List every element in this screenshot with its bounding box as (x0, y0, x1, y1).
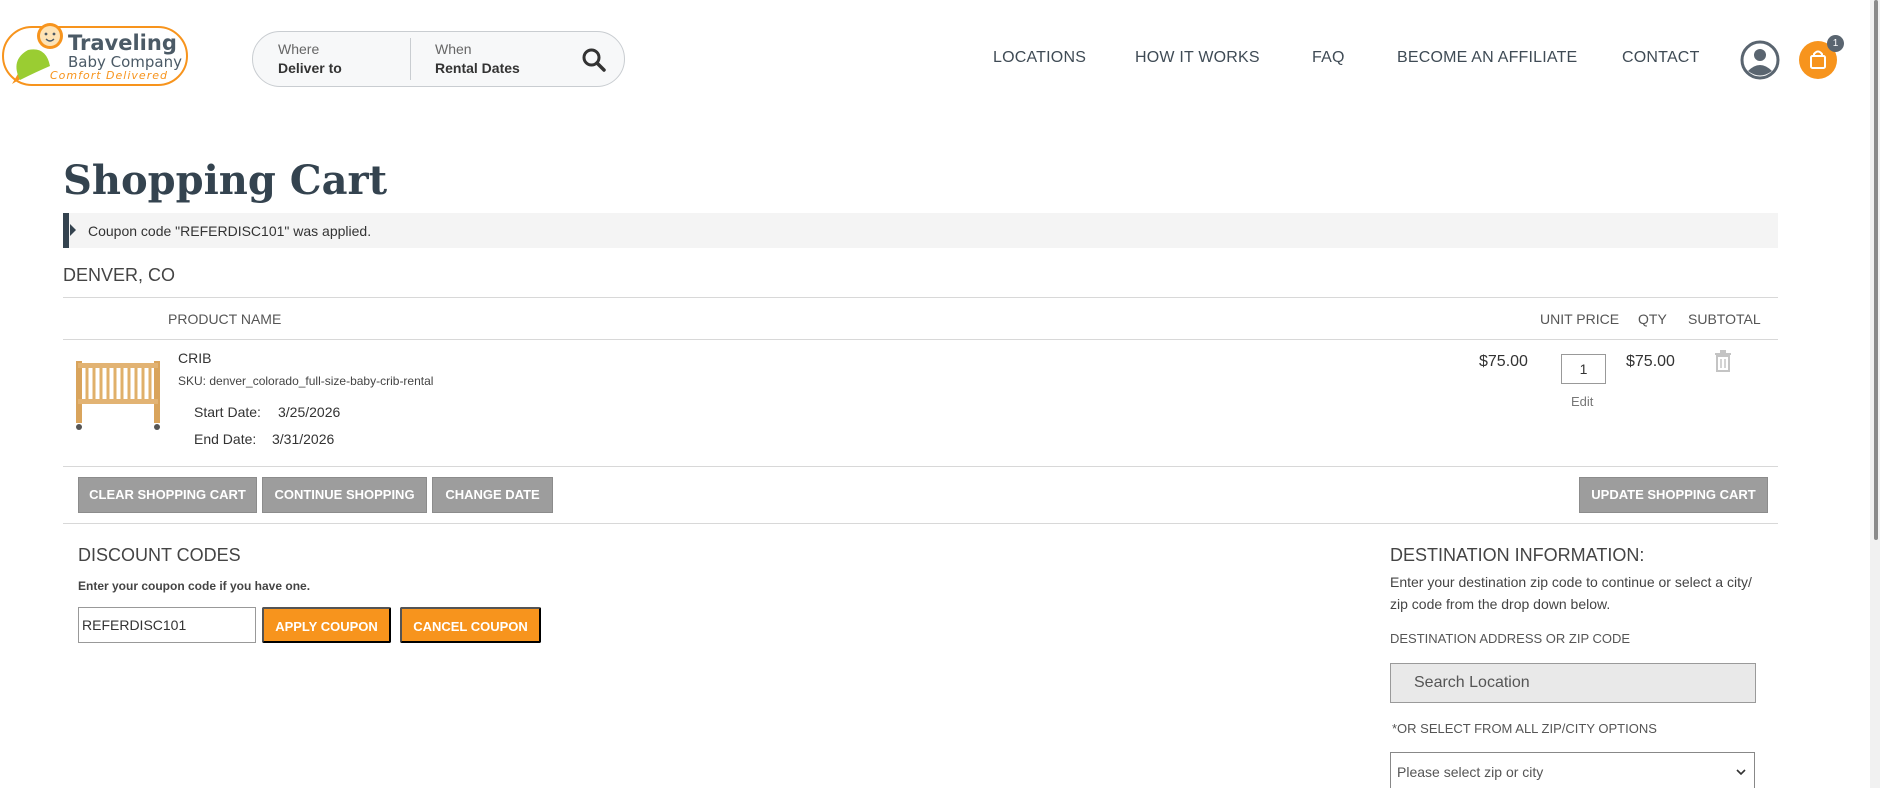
user-circle-icon[interactable] (1740, 40, 1780, 80)
destination-heading: DESTINATION INFORMATION: (1390, 545, 1645, 565)
where-field[interactable]: Where Deliver to (278, 40, 342, 78)
change-date-button[interactable]: CHANGE DATE (432, 477, 553, 513)
nav-contact[interactable]: CONTACT (1622, 48, 1700, 68)
quantity-input[interactable]: 1 (1561, 354, 1606, 384)
site-header: Traveling Baby Company Comfort Delivered… (0, 0, 1880, 110)
continue-shopping-button[interactable]: CONTINUE SHOPPING (262, 477, 427, 513)
coupon-code-input[interactable]: REFERDISC101 (78, 607, 256, 643)
site-logo[interactable]: Traveling Baby Company Comfort Delivered (2, 20, 188, 86)
divider (63, 297, 1778, 298)
cancel-coupon-button[interactable]: CANCEL COUPON (400, 607, 541, 643)
chevron-down-icon (1736, 769, 1746, 776)
column-unit-price: UNIT PRICE (1540, 311, 1620, 327)
destination-address-label: DESTINATION ADDRESS OR ZIP CODE (1390, 631, 1631, 646)
when-label: When (435, 41, 472, 57)
edit-item-link[interactable]: Edit (1571, 394, 1593, 410)
where-label: Where (278, 41, 320, 57)
logo-text-traveling: Traveling (68, 31, 177, 55)
search-location-input[interactable]: Search Location (1390, 663, 1756, 703)
zip-city-select-value: Please select zip or city (1397, 764, 1544, 780)
product-sku: SKU: denver_colorado_full-size-baby-crib… (178, 374, 434, 388)
start-date-value: 3/25/2026 (278, 404, 341, 420)
search-divider (410, 38, 411, 80)
update-shopping-cart-button[interactable]: UPDATE SHOPPING CART (1579, 477, 1768, 513)
start-date-row: Start Date: 3/25/2026 (194, 403, 340, 421)
nav-locations[interactable]: LOCATIONS (993, 48, 1086, 68)
end-date-label: End Date: (194, 431, 257, 447)
search-icon[interactable] (581, 47, 607, 73)
coupon-applied-notice: Coupon code "REFERDISC101" was applied. (63, 213, 1778, 248)
divider (63, 339, 1778, 340)
cart-location-heading: DENVER, CO (63, 265, 176, 285)
logo-text-baby-company: Baby Company (68, 53, 183, 71)
column-product-name: PRODUCT NAME (168, 311, 282, 327)
column-subtotal: SUBTOTAL (1688, 311, 1761, 327)
scrollbar-thumb[interactable] (1874, 0, 1878, 540)
nav-become-an-affiliate[interactable]: BECOME AN AFFILIATE (1397, 48, 1577, 68)
end-date-value: 3/31/2026 (272, 431, 335, 447)
crib-image[interactable] (72, 355, 164, 435)
logo-tagline: Comfort Delivered (50, 69, 168, 82)
page-title: Shopping Cart (63, 157, 388, 204)
clear-shopping-cart-button[interactable]: CLEAR SHOPPING CART (78, 477, 257, 513)
trash-icon[interactable] (1713, 350, 1733, 372)
start-date-label: Start Date: (194, 404, 261, 420)
when-value: Rental Dates (435, 60, 520, 76)
notice-caret-icon (70, 224, 76, 236)
nav-how-it-works[interactable]: HOW IT WORKS (1135, 48, 1260, 68)
column-qty: QTY (1638, 311, 1667, 327)
unit-price: $75.00 (1479, 353, 1528, 370)
zip-city-select[interactable]: Please select zip or city (1390, 752, 1755, 788)
destination-description: Enter your destination zip code to conti… (1390, 574, 1752, 612)
nav-faq[interactable]: FAQ (1312, 48, 1345, 68)
where-value: Deliver to (278, 60, 342, 76)
divider (63, 466, 1778, 467)
when-field[interactable]: When Rental Dates (435, 40, 520, 78)
item-subtotal: $75.00 (1626, 353, 1675, 370)
notice-text: Coupon code "REFERDISC101" was applied. (88, 223, 372, 239)
product-name[interactable]: CRIB (178, 349, 211, 367)
search-bar[interactable]: Where Deliver to When Rental Dates (252, 31, 625, 87)
discount-codes-heading: DISCOUNT CODES (78, 545, 241, 565)
cart-count-badge: 1 (1827, 35, 1844, 52)
divider (63, 523, 1778, 524)
discount-codes-subtitle: Enter your coupon code if you have one. (78, 579, 311, 593)
apply-coupon-button[interactable]: APPLY COUPON (262, 607, 391, 643)
end-date-row: End Date: 3/31/2026 (194, 430, 334, 448)
zip-city-select-label: *OR SELECT FROM ALL ZIP/CITY OPTIONS (1392, 721, 1657, 736)
